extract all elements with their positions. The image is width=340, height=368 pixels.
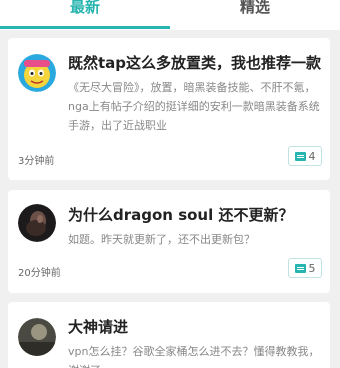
post-card[interactable]: 既然tap这么多放置类，我也推荐一款 《无尽大冒险》，放置，暗黑装备技能、不肝不… [8, 38, 330, 180]
avatar[interactable] [18, 204, 56, 242]
comment-icon [294, 263, 306, 273]
tab-indicator [0, 26, 170, 29]
post-title[interactable]: 大神请进 [68, 316, 326, 337]
comment-count: 5 [308, 261, 316, 275]
post-time: 3分钟前 [18, 156, 55, 167]
post-card[interactable]: 大神请进 vpn怎么挂？谷歌全家桶怎么进不去？懂得教教我，谢谢了 [8, 302, 330, 368]
post-time: 20分钟前 [18, 268, 61, 279]
comment-icon [294, 151, 306, 161]
post-excerpt: 如题。昨天就更新了，还不出更新包？ [68, 233, 255, 246]
avatar[interactable] [18, 54, 56, 92]
post-title[interactable]: 为什么dragon soul 还不更新？ [68, 204, 326, 225]
post-excerpt: vpn怎么挂？谷歌全家桶怎么进不去？懂得教教我，谢谢了 [68, 345, 320, 368]
post-excerpt: 《无尽大冒险》，放置，暗黑装备技能、不肝不氪，nga上有帖子介绍的挺详细的安利一… [68, 81, 320, 132]
comment-count-button[interactable]: 5 [288, 258, 322, 278]
avatar[interactable] [18, 318, 56, 356]
tab-featured[interactable]: 精选 [170, 0, 340, 30]
comment-count: 4 [308, 149, 316, 163]
post-title[interactable]: 既然tap这么多放置类，我也推荐一款 [68, 52, 326, 73]
comment-count-button[interactable]: 4 [288, 146, 322, 166]
post-card[interactable]: 为什么dragon soul 还不更新？ 如题。昨天就更新了，还不出更新包？ 2… [8, 190, 330, 293]
